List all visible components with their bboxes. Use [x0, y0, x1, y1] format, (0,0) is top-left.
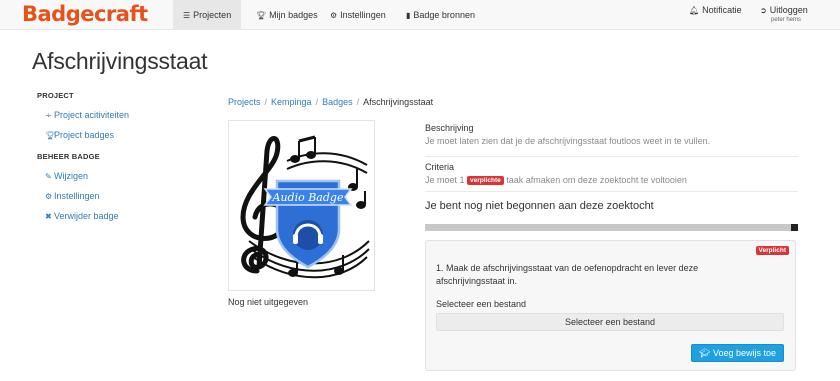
task-panel: Verplicht 1. Maak de afschrijvingsstaat …: [425, 240, 796, 371]
sidebar-item-label: Instellingen: [54, 191, 100, 201]
bell-icon: 🔔︎: [689, 6, 700, 15]
sidebar-item-label: Project badges: [54, 130, 115, 140]
times-icon: ✖: [45, 212, 52, 221]
description-label: Beschrijving: [425, 123, 474, 133]
breadcrumb-projects[interactable]: Projects: [228, 97, 261, 107]
nav-badge-bronnen-label: Badge bronnen: [413, 10, 475, 20]
logo-part-1: Badge: [22, 2, 94, 26]
gear-icon: ⚙: [45, 192, 53, 201]
task-description: 1. Maak de afschrijvingsstaat van de oef…: [436, 263, 699, 286]
graduation-cap-icon: 🎓︎: [699, 348, 711, 358]
list-icon: ☰: [183, 11, 191, 20]
rss-icon: ∻: [45, 111, 52, 120]
nav-projecten[interactable]: ☰ Projecten: [173, 0, 242, 30]
nav-projecten-label: Projecten: [193, 10, 232, 20]
nav-mijn-badges-label: Mijn badges: [269, 10, 318, 20]
add-proof-button[interactable]: 🎓︎ Voeg bewijs toe: [691, 344, 784, 362]
badge-status: Nog niet uitgegeven: [228, 297, 309, 307]
username: peter hems: [771, 17, 802, 23]
sidebar-item-label: Project acitiviteiten: [54, 110, 130, 120]
audio-badge-illustration: Audio Badge: [240, 135, 370, 279]
nav-instellingen[interactable]: ⚙ Instellingen: [330, 0, 386, 30]
divider: [425, 156, 798, 157]
divider: [425, 191, 798, 192]
sidebar-item-label: Verwijder badge: [54, 211, 119, 221]
breadcrumb-badges[interactable]: Badges: [322, 97, 353, 107]
trophy-icon: 🏆︎: [256, 11, 267, 20]
brand-logo[interactable]: Badgecraft: [22, 2, 148, 26]
sidebar-item-verwijder-badge[interactable]: ✖ Verwijder badge: [45, 211, 119, 221]
trophy-icon: 🏆︎: [45, 131, 56, 140]
top-navbar: Badgecraft ☰ Projecten 🏆︎ Mijn badges ⚙ Ins…: [0, 0, 840, 30]
logo-part-2: craft: [93, 2, 148, 26]
cogs-icon: ⚙: [330, 11, 338, 20]
criteria-suffix: taak afmaken om deze zoektocht te voltoo…: [506, 175, 687, 185]
add-proof-label: Voeg bewijs toe: [712, 348, 776, 358]
edit-icon: ✎: [45, 172, 52, 181]
sidebar-item-instellingen[interactable]: ⚙ Instellingen: [45, 191, 100, 201]
sidebar-item-project-activiteiten[interactable]: ∻ Project acitiviteiten: [45, 110, 129, 120]
sidebar-project-heading: PROJECT: [37, 91, 74, 100]
progress-bar: [425, 224, 798, 231]
progress-bar-end-marker: [791, 224, 798, 231]
sidebar-item-label: Wijzigen: [54, 171, 89, 181]
file-field-label: Selecteer een bestand: [436, 299, 527, 309]
nav-badge-bronnen[interactable]: ▮ Badge bronnen: [406, 0, 475, 30]
book-icon: ▮: [406, 11, 411, 20]
description-text: Je moet laten zien dat je de afschrijvin…: [425, 136, 711, 146]
breadcrumb-current: Afschrijvingsstaat: [363, 97, 434, 107]
sidebar-manage-heading: BEHEER BADGE: [37, 152, 100, 161]
breadcrumb: Projects / Kempinga / Badges / Afschrijvingsst…: [228, 97, 434, 107]
nav-notificatie-label: Notificatie: [702, 5, 742, 15]
badge-image-text: Audio Badge: [272, 191, 344, 204]
sidebar-item-project-badges[interactable]: 🏆︎Project badges: [45, 130, 114, 140]
page-title: Afschrijvingsstaat: [32, 48, 208, 74]
sidebar-item-wijzigen[interactable]: ✎ Wijzigen: [45, 171, 88, 181]
nav-uitloggen-label: Uitloggen: [769, 5, 808, 15]
criteria-prefix: Je moet 1: [425, 175, 465, 185]
task-required-badge: Verplicht: [755, 246, 789, 255]
nav-mijn-badges[interactable]: 🏆︎ Mijn badges: [256, 0, 318, 30]
criteria-label: Criteria: [425, 162, 455, 172]
breadcrumb-kempinga[interactable]: Kempinga: [271, 97, 312, 107]
sign-out-icon: ➲: [760, 6, 767, 15]
nav-notificatie[interactable]: 🔔︎ Notificatie: [689, 0, 742, 25]
badge-image: Audio Badge: [228, 120, 375, 291]
nav-instellingen-label: Instellingen: [340, 10, 386, 20]
select-file-button[interactable]: Selecteer een bestand: [436, 313, 784, 331]
criteria-text: Je moet 1 verplichte taak afmaken om dez…: [425, 175, 687, 185]
not-started-message: Je bent nog niet begonnen aan deze zoekt…: [425, 200, 654, 212]
required-pill: verplichte: [467, 176, 504, 185]
